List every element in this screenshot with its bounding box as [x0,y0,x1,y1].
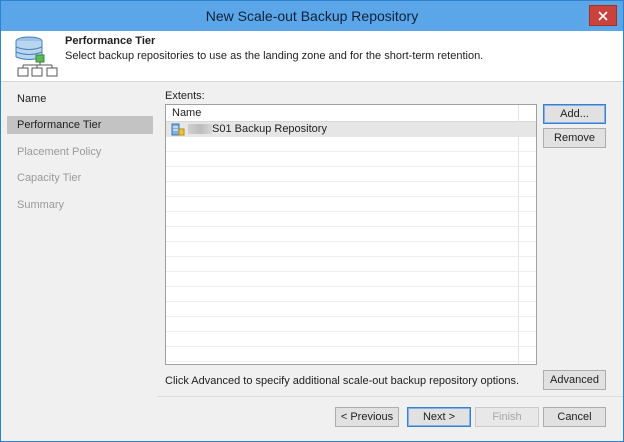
wizard-window: New Scale-out Backup Repository Performa… [0,0,624,442]
sidebar-item-performance-tier[interactable]: Performance Tier [7,116,153,134]
table-row [166,332,536,347]
close-icon [598,11,608,21]
extents-label: Extents: [165,90,205,102]
table-row [166,242,536,257]
sidebar-item-placement-policy[interactable]: Placement Policy [7,143,153,161]
sidebar-item-capacity-tier[interactable]: Capacity Tier [7,169,153,187]
table-row [166,317,536,332]
table-row [166,302,536,317]
sidebar-item-name[interactable]: Name [7,90,153,108]
step-title: Performance Tier [65,35,156,47]
advanced-hint: Click Advanced to specify additional sca… [165,375,520,387]
table-row [166,182,536,197]
table-row[interactable]: S01 Backup Repository [166,122,536,137]
table-row [166,212,536,227]
extents-list[interactable]: Name S01 Backup Repository [165,104,537,365]
step-description: Select backup repositories to use as the… [65,50,484,62]
finish-button: Finish [475,407,539,427]
table-row [166,197,536,212]
redacted-text [188,124,212,134]
sidebar-item-summary[interactable]: Summary [7,196,153,214]
repository-name: S01 Backup Repository [212,123,327,135]
wizard-steps-sidebar: Name Performance Tier Placement Policy C… [1,82,157,441]
advanced-button[interactable]: Advanced [543,370,606,390]
wizard-header: Performance Tier Select backup repositor… [1,31,623,82]
table-row [166,257,536,272]
list-header: Name [166,105,536,122]
title-bar[interactable]: New Scale-out Backup Repository [1,1,623,31]
wizard-content: Extents: Name S01 Backup Repository Add.… [157,82,623,441]
table-row [166,287,536,302]
backup-repository-icon [171,123,185,136]
table-row [166,227,536,242]
database-hierarchy-icon [15,36,58,77]
next-button[interactable]: Next > [407,407,471,427]
window-title: New Scale-out Backup Repository [205,8,419,24]
add-button[interactable]: Add... [543,104,606,124]
previous-button[interactable]: < Previous [335,407,399,427]
table-row [166,137,536,152]
column-header-name[interactable]: Name [172,107,201,119]
cancel-button[interactable]: Cancel [543,407,606,427]
table-row [166,347,536,362]
remove-button[interactable]: Remove [543,128,606,148]
table-row [166,167,536,182]
table-row [166,272,536,287]
table-row [166,152,536,167]
footer-divider [157,396,623,397]
close-button[interactable] [589,5,617,26]
